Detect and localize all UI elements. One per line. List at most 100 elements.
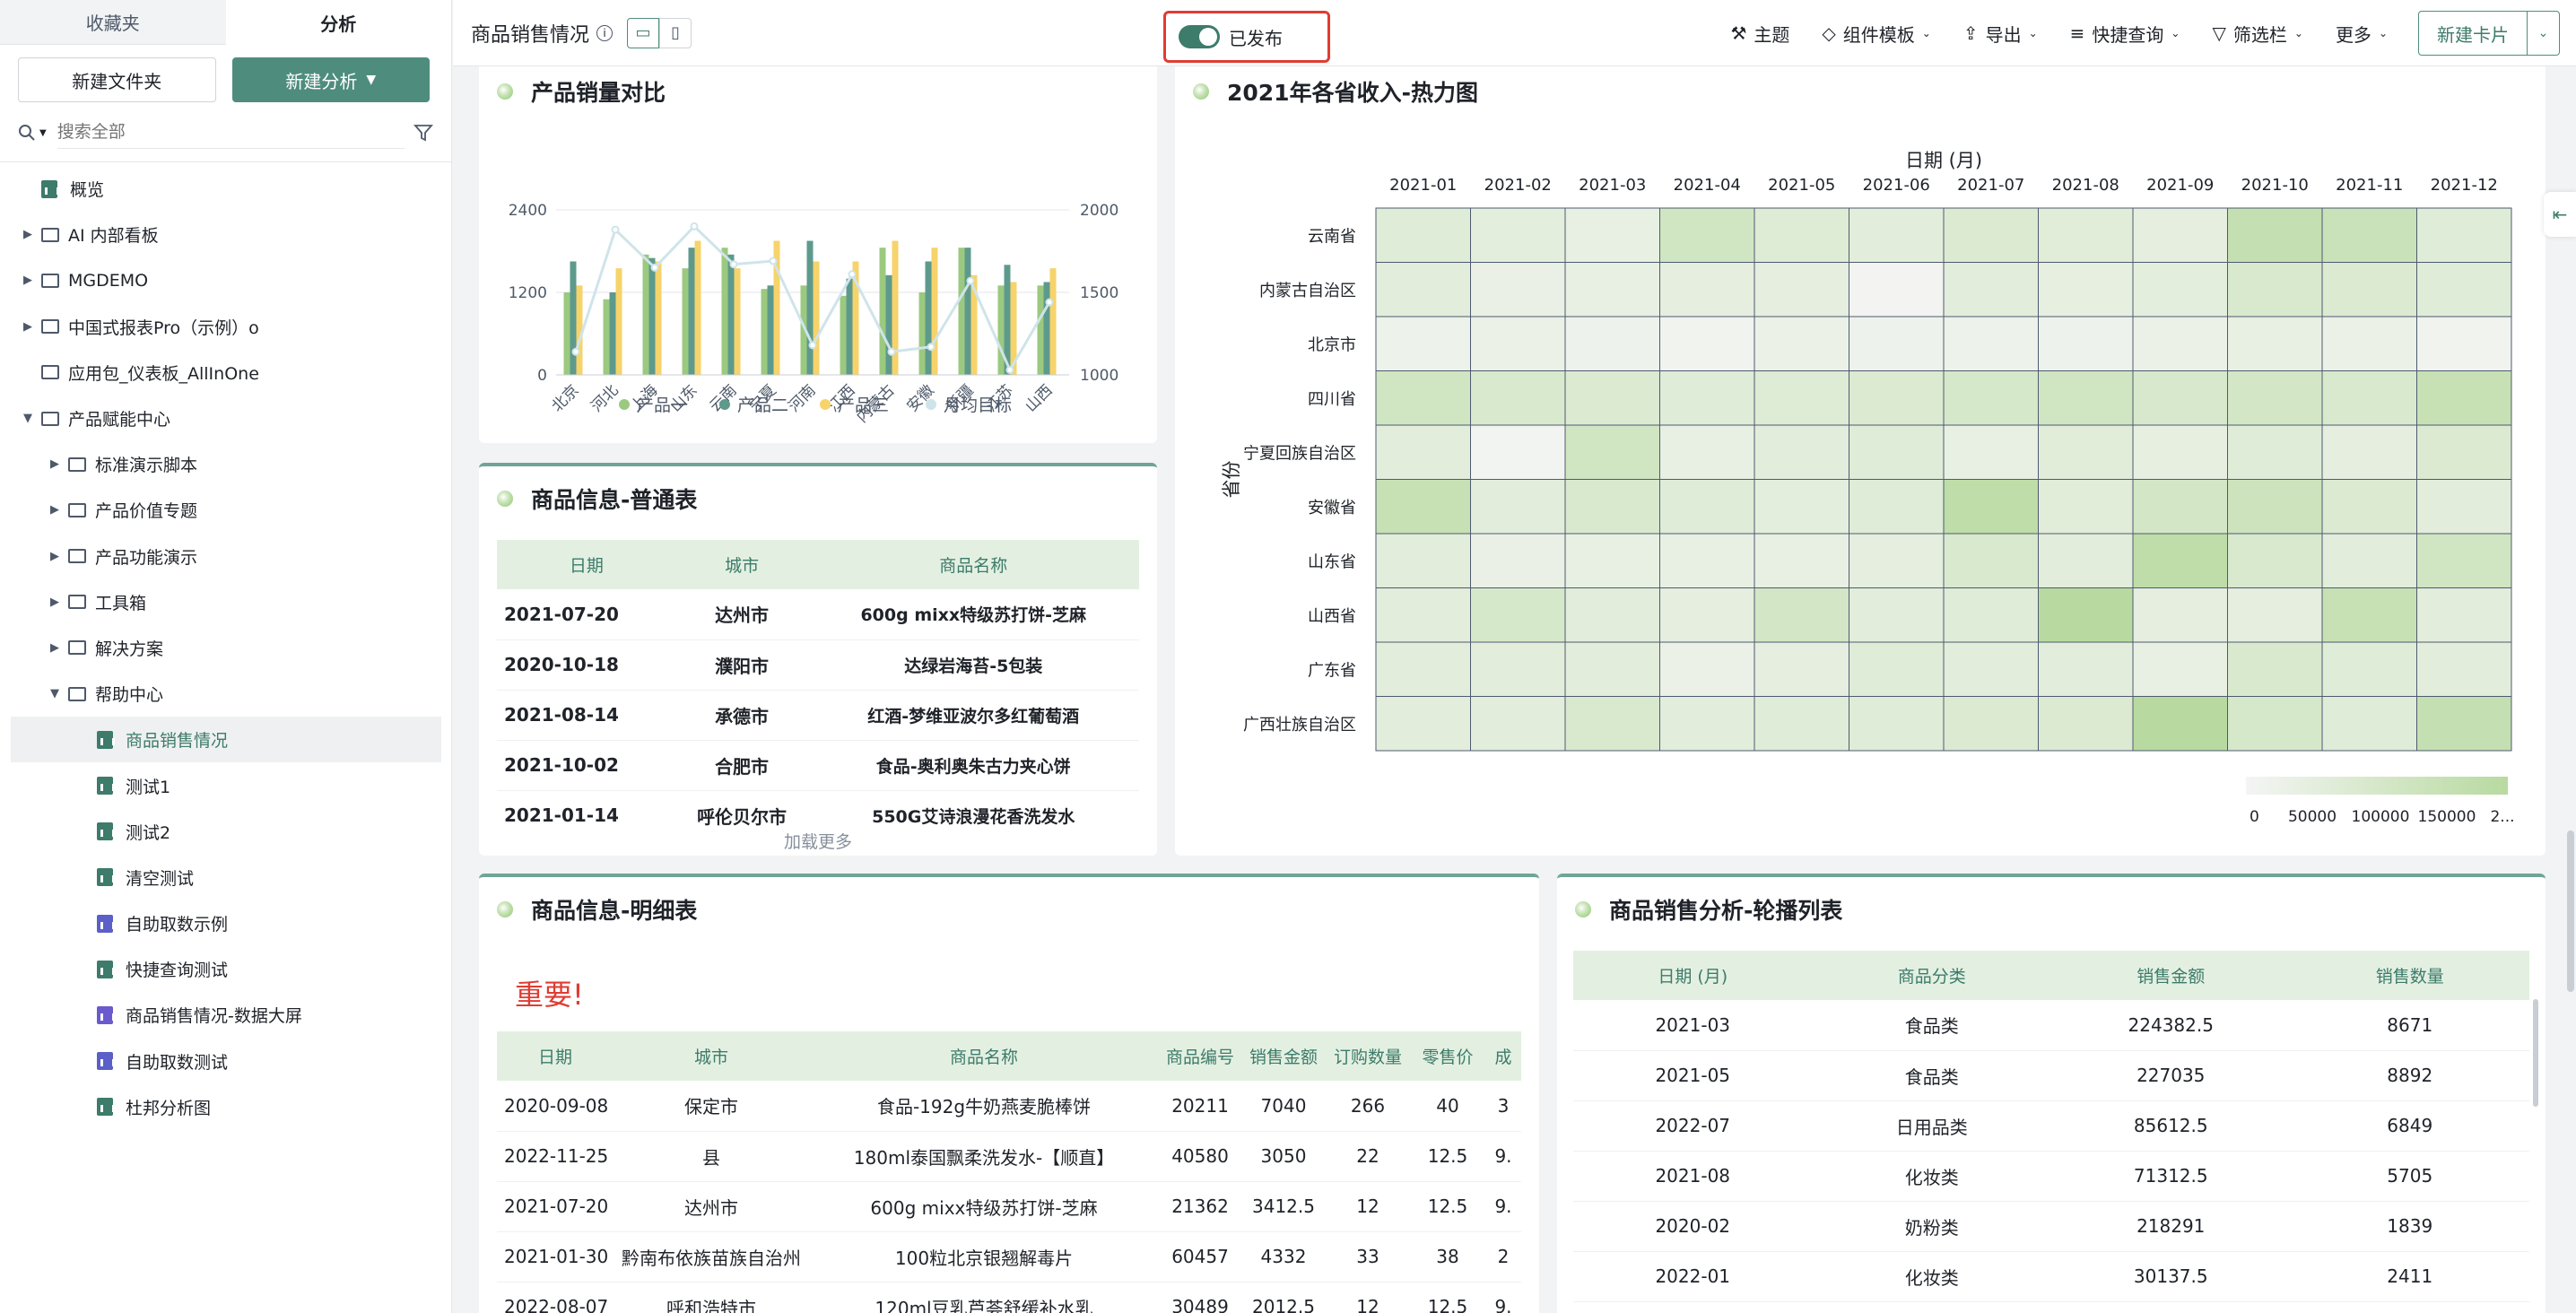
heatmap-cell[interactable] <box>2132 424 2228 480</box>
heatmap-cell[interactable] <box>1470 370 1566 426</box>
heatmap-cell[interactable] <box>1943 316 2039 371</box>
heatmap-cell[interactable] <box>1659 370 1755 426</box>
heatmap-cell[interactable] <box>2321 316 2417 371</box>
heatmap-cell[interactable] <box>1564 696 1660 752</box>
heatmap-cell[interactable] <box>1849 533 1945 588</box>
table-row[interactable]: 2022-07 日用品类 85612.5 6849 <box>1573 1100 2529 1152</box>
bar[interactable] <box>570 261 577 376</box>
caret-right-icon[interactable]: ▶ <box>48 550 61 563</box>
filter-icon[interactable] <box>413 123 433 143</box>
target-point[interactable] <box>769 257 778 265</box>
filter-bar-button[interactable]: ▽ 筛选栏 ⌄ <box>2212 21 2302 47</box>
caret-right-icon[interactable]: ▶ <box>22 274 34 287</box>
heatmap-cell[interactable] <box>1659 533 1755 588</box>
column-header[interactable]: 成 <box>1485 1031 1521 1081</box>
heatmap-cell[interactable] <box>1849 696 1945 752</box>
bar[interactable] <box>931 248 938 375</box>
bar[interactable] <box>806 240 814 376</box>
heatmap-cell[interactable] <box>1375 587 1471 643</box>
heatmap-cell[interactable] <box>2132 696 2228 752</box>
bar[interactable] <box>840 295 847 375</box>
bar[interactable] <box>563 292 570 375</box>
column-header[interactable]: 订购数量 <box>1326 1031 1410 1081</box>
heatmap-cell[interactable] <box>2038 316 2134 371</box>
table-row[interactable]: 2021-08-14 承德市 红酒-梦维亚波尔多红葡萄酒 <box>497 690 1139 741</box>
bar[interactable] <box>885 274 892 375</box>
bar[interactable] <box>694 240 701 376</box>
heatmap-cell[interactable] <box>1754 533 1849 588</box>
tree-item[interactable]: ▶ AI 内部看板 <box>0 212 452 257</box>
heatmap-cell[interactable] <box>1564 207 1660 263</box>
heatmap-cell[interactable] <box>1470 424 1566 480</box>
search-input[interactable] <box>57 117 405 149</box>
bar[interactable] <box>615 268 622 375</box>
new-card-button[interactable]: 新建卡片 ⌄ <box>2418 11 2560 56</box>
heatmap-cell[interactable] <box>1564 587 1660 643</box>
heatmap-cell[interactable] <box>2132 262 2228 317</box>
heatmap-cell[interactable] <box>1375 262 1471 317</box>
heatmap-cell[interactable] <box>2416 533 2512 588</box>
heatmap-cell[interactable] <box>2321 696 2417 752</box>
heatmap-cell[interactable] <box>1564 479 1660 535</box>
desktop-view-button[interactable]: ▭ <box>627 17 660 48</box>
heatmap-cell[interactable] <box>1943 262 2039 317</box>
bar[interactable] <box>688 248 695 375</box>
heatmap-cell[interactable] <box>1659 641 1755 697</box>
tree-item[interactable]: ▶ 产品功能演示 <box>0 534 452 579</box>
heatmap-cell[interactable] <box>1849 479 1945 535</box>
heatmap-cell[interactable] <box>1943 370 2039 426</box>
heatmap-cell[interactable] <box>1659 424 1755 480</box>
heatmap-cell[interactable] <box>1375 207 1471 263</box>
heatmap-cell[interactable] <box>2321 262 2417 317</box>
heatmap-cell[interactable] <box>1754 262 1849 317</box>
legend-label[interactable]: 产品二 <box>737 396 788 415</box>
heatmap-cell[interactable] <box>1754 696 1849 752</box>
tree-item[interactable]: 应用包_仪表板_AllInOne <box>0 350 452 396</box>
side-collapse-button[interactable]: ⇤ <box>2544 192 2576 237</box>
bar[interactable] <box>642 254 649 375</box>
heatmap-cell[interactable] <box>2038 370 2134 426</box>
heatmap-cell[interactable] <box>2038 424 2134 480</box>
tree-item[interactable]: 商品销售情况-数据大屏 <box>0 992 452 1038</box>
bar[interactable] <box>767 285 774 375</box>
heatmap-cell[interactable] <box>2132 587 2228 643</box>
heatmap-cell[interactable] <box>2227 207 2323 263</box>
column-header[interactable]: 城市 <box>675 540 808 589</box>
tree-item[interactable]: 自助取数测试 <box>0 1039 452 1084</box>
bar[interactable] <box>925 261 932 376</box>
heatmap-cell[interactable] <box>1564 316 1660 371</box>
heatmap-cell[interactable] <box>2321 641 2417 697</box>
new-folder-button[interactable]: 新建文件夹 <box>18 57 216 102</box>
column-header[interactable]: 日期 <box>497 1031 614 1081</box>
heatmap-cell[interactable] <box>2132 370 2228 426</box>
tree-item[interactable]: ▶ MGDEMO <box>0 257 452 303</box>
heatmap-cell[interactable] <box>1659 316 1755 371</box>
target-point[interactable] <box>729 260 738 269</box>
target-point[interactable] <box>650 263 659 272</box>
table-row[interactable]: 2021-01-30 黔南布依族苗族自治州 100粒北京银翘解毒片 60457 4332… <box>497 1231 1521 1283</box>
target-point[interactable] <box>848 270 857 279</box>
heatmap-cell[interactable] <box>2132 641 2228 697</box>
tree-item[interactable]: 商品销售情况 <box>11 717 441 763</box>
heatmap-cell[interactable] <box>1943 587 2039 643</box>
heatmap-cell[interactable] <box>1659 696 1755 752</box>
tab-analysis[interactable]: 分析 <box>225 0 451 45</box>
heatmap-cell[interactable] <box>1943 207 2039 263</box>
table-row[interactable]: 2022-11-25 县 180ml泰国飘柔洗发水-【顺直】 40580 3050 22 1… <box>497 1131 1521 1182</box>
heatmap-cell[interactable] <box>1375 316 1471 371</box>
table-row[interactable]: 2021-05 食品类 227035 8892 <box>1573 1050 2529 1101</box>
target-point[interactable] <box>690 222 699 230</box>
heatmap-cell[interactable] <box>2227 370 2323 426</box>
target-point[interactable] <box>611 225 620 234</box>
heatmap-cell[interactable] <box>2038 587 2134 643</box>
table-row[interactable]: 2020-02 奶粉类 218291 1839 <box>1573 1201 2529 1252</box>
heatmap-cell[interactable] <box>2227 587 2323 643</box>
table-row[interactable]: 2022-08-07 呼和浩特市 120ml豆乳芦荟舒缓补水乳 30489 2012.5… <box>497 1282 1521 1313</box>
heatmap-cell[interactable] <box>1564 424 1660 480</box>
heatmap-cell[interactable] <box>1470 316 1566 371</box>
heatmap-cell[interactable] <box>2416 696 2512 752</box>
search-dropdown-icon[interactable]: ▼ <box>39 128 47 138</box>
tree-item[interactable]: ▶ 标准演示脚本 <box>0 441 452 487</box>
heatmap-cell[interactable] <box>2038 533 2134 588</box>
heatmap-cell[interactable] <box>1564 262 1660 317</box>
